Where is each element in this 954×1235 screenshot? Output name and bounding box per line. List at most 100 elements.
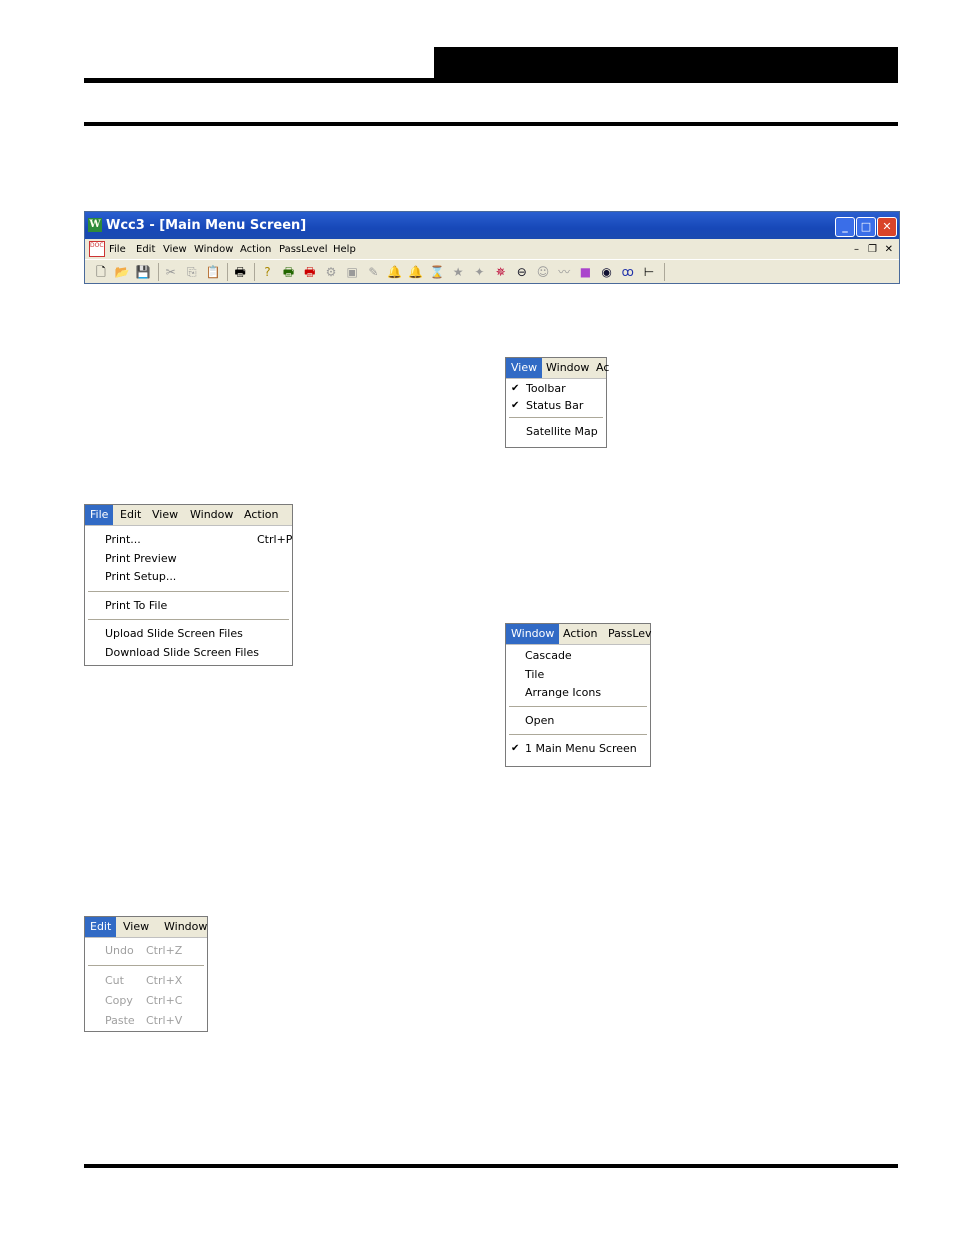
- document-page: W Wcc3 - [Main Menu Screen] _ □ ✕ DOC – …: [0, 0, 954, 1235]
- menu-item[interactable]: Print Setup...: [105, 570, 176, 584]
- menu-header-view[interactable]: View: [147, 505, 183, 525]
- menu-item[interactable]: Download Slide Screen Files: [105, 646, 259, 660]
- toolbar-separator: [157, 263, 159, 281]
- print-green-icon[interactable]: 🖶: [281, 264, 297, 280]
- edit-menu-screenshot: Edit View Window Undo Ctrl+Z Cut Ctrl+X Copy Ctr…: [84, 916, 208, 1032]
- tool-a-icon[interactable]: ⚙: [323, 264, 339, 280]
- menu-bar: DOC – ❐ ✕ File Edit View Window Action PassLe…: [85, 240, 899, 259]
- tree-icon[interactable]: ⊢: [641, 264, 657, 280]
- bell-icon[interactable]: 🔔: [387, 264, 403, 280]
- menu-header-window[interactable]: Window: [185, 505, 238, 525]
- minimize-button[interactable]: _: [835, 217, 855, 237]
- check-icon: ✔: [511, 400, 520, 411]
- window-menu-screenshot: Window Action PassLev Cascade Tile Arrange Ic…: [505, 623, 652, 767]
- menu-item-shortcut: Ctrl+X: [146, 974, 183, 987]
- file-menu-screenshot: File Edit View Window Action Print... Ctrl+P Pr…: [84, 504, 293, 666]
- footer-rule: [84, 1164, 898, 1168]
- menu-item-shortcut: Ctrl+P: [257, 533, 293, 546]
- menu-separator: [509, 706, 647, 707]
- menu-item-shortcut: Ctrl+Z: [146, 944, 183, 957]
- menu-separator: [88, 619, 289, 620]
- doc-close-button[interactable]: ✕: [885, 240, 893, 259]
- menu-item[interactable]: Cut: [105, 974, 124, 988]
- app-icon: W: [88, 218, 102, 232]
- menu-bar-strip: File Edit View Window Action: [85, 505, 292, 526]
- chart-icon[interactable]: 〰: [556, 264, 572, 280]
- check-icon: ✔: [511, 743, 520, 754]
- paste-icon[interactable]: 📋: [205, 264, 221, 280]
- doc-restore-button[interactable]: ❐: [868, 240, 877, 259]
- menu-window[interactable]: Window: [194, 240, 233, 259]
- menu-item[interactable]: Copy: [105, 994, 133, 1008]
- menu-header-action[interactable]: Action: [239, 505, 283, 525]
- menu-item-shortcut: Ctrl+C: [146, 994, 183, 1007]
- help-icon[interactable]: ?: [259, 264, 275, 280]
- menu-item[interactable]: Arrange Icons: [525, 686, 601, 700]
- menu-item-shortcut: Ctrl+V: [146, 1014, 183, 1027]
- star-icon[interactable]: ★: [450, 264, 466, 280]
- eye-icon[interactable]: ◉: [599, 264, 615, 280]
- view-menu-screenshot: View Window Ac ✔ Toolbar ✔ Status Bar Satellite…: [505, 357, 609, 448]
- menu-separator: [88, 591, 289, 592]
- menu-passlevel[interactable]: PassLevel: [279, 240, 328, 259]
- copy-icon[interactable]: ⎘: [184, 264, 200, 280]
- print-icon[interactable]: 🖶: [232, 264, 248, 280]
- menu-file[interactable]: File: [109, 240, 126, 259]
- menu-item[interactable]: 1 Main Menu Screen: [525, 742, 637, 756]
- menu-item[interactable]: Print...: [105, 533, 141, 547]
- menu-bar-strip: Edit View Window: [85, 917, 207, 938]
- network-icon[interactable]: ✵: [493, 264, 509, 280]
- menu-view[interactable]: View: [163, 240, 187, 259]
- menu-item[interactable]: Status Bar: [526, 399, 583, 413]
- menu-header-window[interactable]: Window: [159, 917, 212, 937]
- menu-header-file[interactable]: File: [85, 505, 114, 525]
- toolbar-separator: [227, 263, 229, 281]
- menu-item[interactable]: Tile: [525, 668, 544, 682]
- tool-c-icon[interactable]: ✎: [365, 264, 381, 280]
- menu-header-view[interactable]: View: [506, 358, 543, 378]
- check-icon: ✔: [511, 383, 520, 394]
- menu-item[interactable]: Print To File: [105, 599, 167, 613]
- menu-header-edit[interactable]: Edit: [115, 505, 146, 525]
- menu-help[interactable]: Help: [333, 240, 356, 259]
- save-icon[interactable]: 💾: [135, 264, 151, 280]
- menu-header-action[interactable]: Action: [558, 624, 602, 644]
- menu-item[interactable]: Cascade: [525, 649, 572, 663]
- menu-header-view[interactable]: View: [118, 917, 154, 937]
- menu-header-passlev[interactable]: PassLev: [603, 624, 657, 644]
- bell2-icon[interactable]: 🔔: [408, 264, 424, 280]
- menu-item[interactable]: Satellite Map: [526, 425, 598, 439]
- key-icon[interactable]: ⊖: [514, 264, 530, 280]
- doc-minimize-button[interactable]: –: [854, 240, 859, 259]
- toolbar: 🗋 📂 💾 ✂ ⎘ 📋 🖶? 🖶 🖶 ⚙ ▣ ✎ 🔔 🔔 ⌛ ★ ✦ ✵ ⊖ ☺ 〰 ■ ◉ ꝏ ⊢: [85, 259, 899, 284]
- tam-icon[interactable]: ꝏ: [620, 264, 636, 280]
- menu-item[interactable]: Paste: [105, 1014, 135, 1028]
- stars-icon[interactable]: ✦: [471, 264, 487, 280]
- menu-header-window[interactable]: Window: [541, 358, 594, 378]
- menu-header-window[interactable]: Window: [506, 624, 560, 644]
- open-icon[interactable]: 📂: [114, 264, 130, 280]
- maximize-button[interactable]: □: [856, 217, 876, 237]
- window-title: Wcc3 - [Main Menu Screen]: [106, 218, 307, 233]
- menu-item[interactable]: Undo: [105, 944, 134, 958]
- hourglass-icon[interactable]: ⌛: [429, 264, 445, 280]
- header-rule-2: [84, 122, 898, 126]
- header-tab-block: [434, 47, 898, 81]
- cut-icon[interactable]: ✂: [163, 264, 179, 280]
- app-window-screenshot: W Wcc3 - [Main Menu Screen] _ □ ✕ DOC – …: [84, 211, 900, 284]
- menu-edit[interactable]: Edit: [136, 240, 155, 259]
- menu-item[interactable]: Toolbar: [526, 382, 566, 396]
- tool-b-icon[interactable]: ▣: [344, 264, 360, 280]
- new-icon[interactable]: 🗋: [93, 264, 109, 280]
- menu-item[interactable]: Open: [525, 714, 554, 728]
- print-red-icon[interactable]: 🖶: [302, 264, 318, 280]
- close-button[interactable]: ✕: [877, 217, 897, 237]
- menu-header-ac[interactable]: Ac: [591, 358, 614, 378]
- header-rule: [84, 78, 898, 83]
- menu-action[interactable]: Action: [240, 240, 271, 259]
- color-icon[interactable]: ■: [577, 264, 593, 280]
- menu-item[interactable]: Print Preview: [105, 552, 177, 566]
- menu-header-edit[interactable]: Edit: [85, 917, 117, 937]
- menu-item[interactable]: Upload Slide Screen Files: [105, 627, 243, 641]
- people-icon[interactable]: ☺: [535, 264, 551, 280]
